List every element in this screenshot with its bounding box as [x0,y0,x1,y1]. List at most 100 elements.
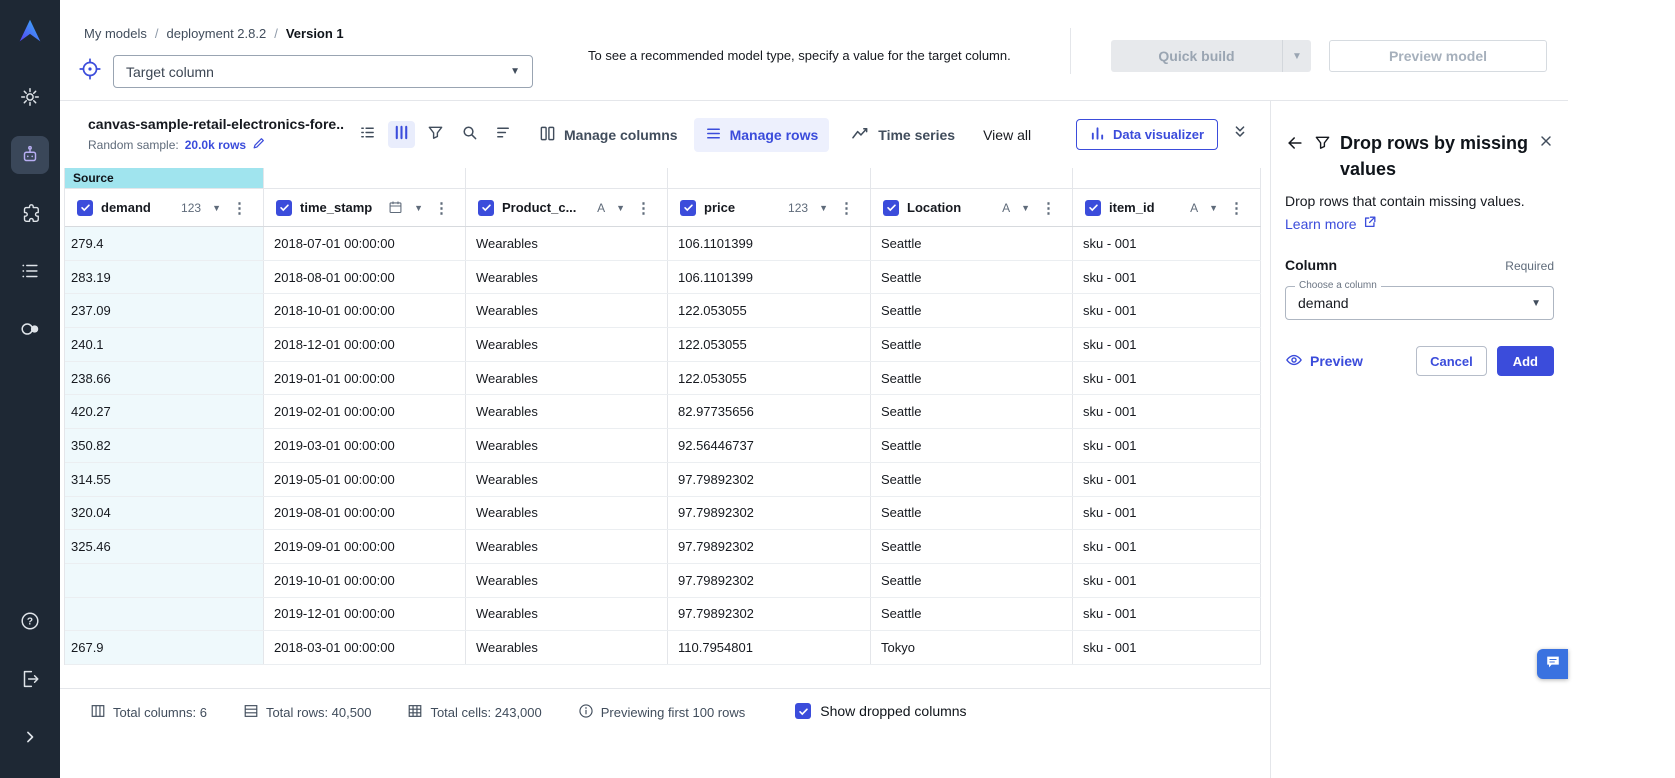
table-cell[interactable]: 2019-10-01 00:00:00 [264,564,466,597]
table-cell[interactable]: 314.55 [65,463,264,496]
table-cell[interactable]: 122.053055 [668,362,871,395]
table-cell[interactable]: 325.46 [65,530,264,563]
column-view-button[interactable] [388,121,415,148]
column-header-Location[interactable]: LocationA▼⋮ [871,189,1073,226]
table-cell[interactable]: Seattle [871,328,1073,361]
column-checkbox[interactable] [1085,200,1101,216]
table-cell[interactable]: sku - 001 [1073,631,1261,664]
sidebar-expand-button[interactable] [11,718,49,756]
table-cell[interactable]: 92.56446737 [668,429,871,462]
sidebar-item-datasets[interactable] [11,252,49,290]
column-header-item_id[interactable]: item_idA▼⋮ [1073,189,1261,226]
table-cell[interactable]: 106.1101399 [668,261,871,294]
column-menu-icon[interactable]: ⋮ [232,199,247,217]
sidebar-item-extensions[interactable] [11,194,49,232]
table-cell[interactable]: Wearables [466,328,668,361]
table-cell[interactable]: Wearables [466,631,668,664]
table-cell[interactable]: Seattle [871,598,1073,631]
table-cell[interactable] [65,598,264,631]
table-cell[interactable]: sku - 001 [1073,530,1261,563]
table-cell[interactable]: Seattle [871,227,1073,260]
column-menu-icon[interactable]: ⋮ [1229,199,1244,217]
column-menu-icon[interactable]: ⋮ [434,199,449,217]
view-all-button[interactable]: View all [983,127,1031,143]
column-menu-icon[interactable]: ⋮ [1041,199,1056,217]
close-icon[interactable] [1538,133,1554,149]
table-cell[interactable]: 2019-09-01 00:00:00 [264,530,466,563]
manage-columns-button[interactable]: Manage columns [539,125,678,145]
column-header-time_stamp[interactable]: time_stamp▼⋮ [264,189,466,226]
table-cell[interactable]: 2018-08-01 00:00:00 [264,261,466,294]
table-cell[interactable]: Wearables [466,530,668,563]
table-cell[interactable]: sku - 001 [1073,227,1261,260]
back-button[interactable] [1285,133,1305,153]
table-cell[interactable]: Tokyo [871,631,1073,664]
breadcrumb-deployment[interactable]: deployment 2.8.2 [166,26,266,41]
table-cell[interactable]: 2019-12-01 00:00:00 [264,598,466,631]
table-cell[interactable]: Wearables [466,564,668,597]
table-cell[interactable]: Seattle [871,294,1073,327]
table-cell[interactable]: 2019-03-01 00:00:00 [264,429,466,462]
table-cell[interactable]: Seattle [871,429,1073,462]
table-cell[interactable]: Wearables [466,261,668,294]
table-cell[interactable]: 97.79892302 [668,530,871,563]
column-checkbox[interactable] [276,200,292,216]
table-cell[interactable]: Wearables [466,463,668,496]
sample-size-link[interactable]: 20.0k rows [185,138,246,152]
show-dropped-checkbox[interactable] [795,703,811,719]
quick-build-dropdown-button[interactable]: ▼ [1283,40,1311,72]
table-cell[interactable]: Seattle [871,530,1073,563]
table-cell[interactable]: sku - 001 [1073,328,1261,361]
chevron-down-icon[interactable]: ▼ [414,203,423,213]
table-cell[interactable]: 2019-05-01 00:00:00 [264,463,466,496]
table-cell[interactable]: sku - 001 [1073,564,1261,597]
table-cell[interactable] [65,564,264,597]
table-cell[interactable]: 238.66 [65,362,264,395]
table-cell[interactable]: Wearables [466,598,668,631]
sidebar-item-my-models[interactable] [11,136,49,174]
chevron-down-icon[interactable]: ▼ [819,203,828,213]
sidebar-item-automations[interactable] [11,310,49,348]
cancel-button[interactable]: Cancel [1416,346,1487,376]
learn-more-link[interactable]: Learn more [1285,215,1377,232]
time-series-button[interactable]: Time series [851,125,955,145]
table-cell[interactable]: Wearables [466,429,668,462]
data-visualizer-button[interactable]: Data visualizer [1076,119,1218,150]
chevron-down-icon[interactable]: ▼ [212,203,221,213]
table-cell[interactable]: 97.79892302 [668,463,871,496]
search-button[interactable] [456,121,483,148]
table-cell[interactable]: 122.053055 [668,328,871,361]
table-cell[interactable]: sku - 001 [1073,463,1261,496]
sidebar-item-help[interactable]: ? [11,602,49,640]
column-menu-icon[interactable]: ⋮ [636,199,651,217]
table-cell[interactable]: 237.09 [65,294,264,327]
table-cell[interactable]: 2019-01-01 00:00:00 [264,362,466,395]
table-cell[interactable]: 2018-10-01 00:00:00 [264,294,466,327]
table-cell[interactable]: sku - 001 [1073,598,1261,631]
table-cell[interactable]: Wearables [466,362,668,395]
table-cell[interactable]: Seattle [871,463,1073,496]
table-cell[interactable]: 420.27 [65,395,264,428]
table-cell[interactable]: 2019-02-01 00:00:00 [264,395,466,428]
table-cell[interactable]: sku - 001 [1073,362,1261,395]
filter-button[interactable] [422,121,449,148]
column-checkbox[interactable] [478,200,494,216]
chevron-down-icon[interactable]: ▼ [616,203,625,213]
table-cell[interactable]: 267.9 [65,631,264,664]
table-cell[interactable]: 350.82 [65,429,264,462]
chevron-down-icon[interactable]: ▼ [1021,203,1030,213]
column-header-price[interactable]: price123▼⋮ [668,189,871,226]
table-cell[interactable]: 97.79892302 [668,564,871,597]
quick-build-button[interactable]: Quick build [1111,40,1283,72]
sidebar-item-build[interactable] [11,78,49,116]
column-menu-icon[interactable]: ⋮ [839,199,854,217]
table-cell[interactable]: sku - 001 [1073,294,1261,327]
table-cell[interactable]: Seattle [871,564,1073,597]
show-dropped-columns-toggle[interactable]: Show dropped columns [795,703,966,719]
list-view-button[interactable] [354,121,381,148]
manage-rows-button[interactable]: Manage rows [694,118,830,152]
table-cell[interactable]: 2018-12-01 00:00:00 [264,328,466,361]
preview-button[interactable]: Preview [1285,352,1363,371]
sidebar-item-sign-out[interactable] [11,660,49,698]
collapse-toolbar-button[interactable] [1232,124,1248,145]
